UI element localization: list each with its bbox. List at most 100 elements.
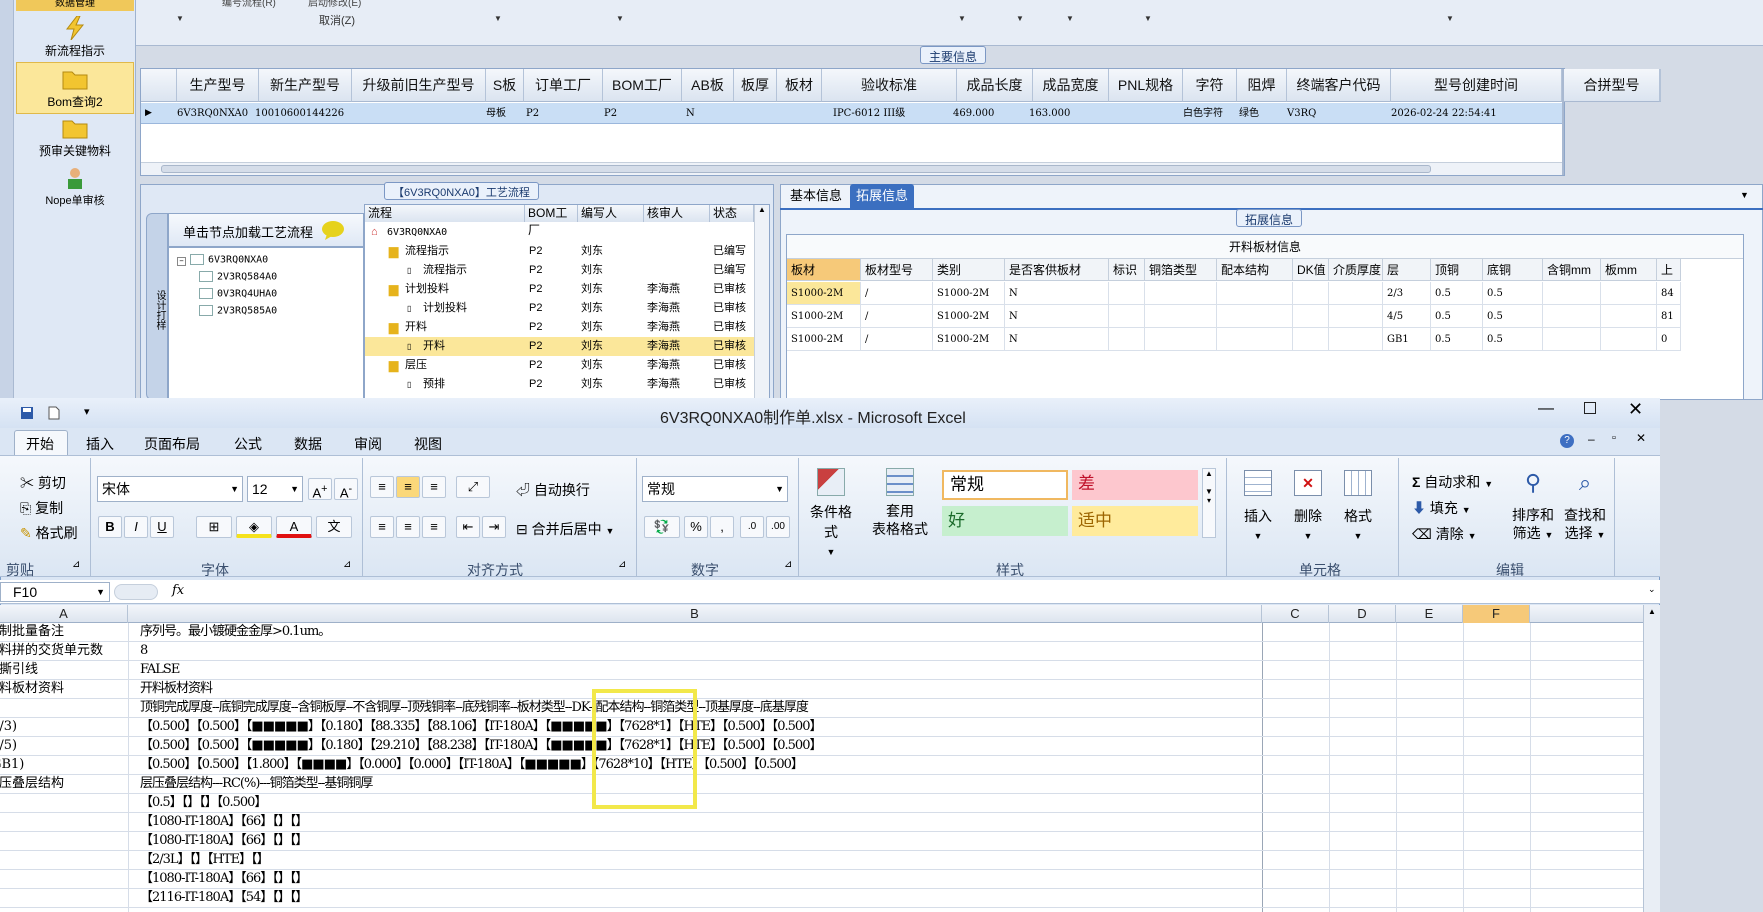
new-document-icon[interactable]	[48, 406, 60, 420]
column-header[interactable]: 阻焊	[1237, 69, 1287, 102]
phonetic-icon[interactable]: 文	[316, 516, 352, 538]
grid-cell[interactable]: N	[1005, 328, 1109, 351]
grid-cell[interactable]: 84	[1657, 282, 1681, 305]
grid-cell[interactable]	[1293, 282, 1329, 305]
grid-cell[interactable]: /	[861, 328, 933, 351]
cell-b[interactable]: 【0.5】【】【】【0.500】	[140, 794, 267, 812]
ribbon-close-icon[interactable]: ✕	[1636, 431, 1646, 445]
style-good[interactable]: 好	[942, 506, 1068, 536]
cell-b[interactable]: 【1080-IT-180A】【66】【】【】	[140, 832, 308, 850]
flow-row[interactable]: ▯ 流程指示 P2 刘东 已编写	[365, 261, 769, 280]
insert-cells-button[interactable]: 插入 ▼	[1236, 470, 1280, 542]
bold-icon[interactable]: B	[98, 516, 122, 538]
cell-a[interactable]: 2	[0, 813, 126, 831]
chevron-down-icon[interactable]: ▼	[958, 14, 966, 23]
chevron-down-icon[interactable]: ▼	[1016, 14, 1024, 23]
sheet-row[interactable]: 层顶铜完成厚度--底铜完成厚度--含铜板厚--不含铜厚--顶残铜率--底残铜率-…	[0, 699, 1650, 718]
grid-cell[interactable]: GB1	[1383, 328, 1431, 351]
flow-row[interactable]: ▯ 预排 P2 刘东 李海燕 已审核	[365, 375, 769, 394]
chevron-down-icon[interactable]: ▼	[1740, 190, 1749, 200]
dialog-launcher-icon[interactable]: ⊿	[618, 559, 626, 570]
column-header[interactable]: 铜箔类型	[1145, 259, 1217, 281]
column-header[interactable]: 流程	[365, 205, 525, 222]
column-header[interactable]: 上	[1657, 259, 1681, 281]
grid-cell[interactable]: 0.5	[1431, 282, 1483, 305]
qat-dropdown-icon[interactable]: ▾	[84, 405, 90, 418]
column-header[interactable]: BOM工厂	[525, 205, 578, 237]
style-neutral[interactable]: 适中	[1072, 506, 1198, 536]
sidebar-group-header[interactable]: 数据管理	[16, 0, 134, 11]
sidebar-item-bom-query[interactable]: Bom查询2	[16, 62, 134, 114]
scrollbar-thumb[interactable]	[161, 165, 1431, 173]
sheet-row[interactable]: 手撕引线 FALSE	[0, 661, 1650, 680]
grid-cell[interactable]	[1145, 328, 1217, 351]
flow-row[interactable]: ⌂ 6V3RQ0NXA0	[365, 223, 769, 242]
sheet-row[interactable]: 6 【2116-IT-180A】【54】【】【】	[0, 889, 1650, 908]
grid-cell[interactable]: 0.5	[1483, 328, 1543, 351]
flow-row[interactable]: ▯ 开料 P2 刘东 李海燕 已审核	[365, 337, 769, 356]
column-header[interactable]: PNL规格	[1109, 69, 1183, 102]
formula-input[interactable]	[190, 582, 1640, 602]
cell-b[interactable]: 8	[140, 642, 148, 660]
column-header-c[interactable]: C	[1262, 605, 1329, 623]
cell-a[interactable]: 6	[0, 889, 126, 907]
cell-a[interactable]: 大料拼的交货单元数	[0, 642, 126, 660]
fill-button[interactable]: ⬇ 填充 ▼	[1412, 498, 1471, 518]
grid-cell[interactable]	[1329, 305, 1383, 328]
column-header[interactable]: AB板	[682, 69, 734, 102]
column-header[interactable]: 核审人	[644, 205, 710, 222]
percent-icon[interactable]: %	[684, 516, 708, 538]
column-header[interactable]: 底铜	[1483, 259, 1543, 281]
column-header[interactable]: 板mm	[1601, 259, 1657, 281]
toolbar-item[interactable]: 启动修改(E)	[308, 0, 361, 9]
cell-b[interactable]: 【2116-IT-180A】【54】【】【】	[140, 889, 308, 907]
chevron-down-icon[interactable]: ▼	[1066, 14, 1074, 23]
tab-basic-info[interactable]: 基本信息	[784, 184, 848, 208]
sheet-row[interactable]: 大料拼的交货单元数 8	[0, 642, 1650, 661]
grid-cell[interactable]: S1000-2M	[933, 282, 1005, 305]
tab-insert[interactable]: 插入	[86, 434, 114, 454]
grid-cell[interactable]	[1329, 282, 1383, 305]
grid-cell[interactable]	[1145, 305, 1217, 328]
grid-cell[interactable]	[1217, 282, 1293, 305]
fill-color-icon[interactable]: ◈	[236, 516, 272, 538]
copy-button[interactable]: ⎘ 复制	[20, 498, 63, 518]
column-header[interactable]: 成品长度	[957, 69, 1033, 102]
flow-row[interactable]: ▯ 计划投料 P2 刘东 李海燕 已审核	[365, 299, 769, 318]
column-header[interactable]: 层	[1383, 259, 1431, 281]
cell-a[interactable]: 手撕引线	[0, 661, 126, 679]
cell-a[interactable]: 开料板材资料	[0, 680, 126, 698]
grid-cell[interactable]: S1000-2M	[787, 328, 861, 351]
column-header-e[interactable]: E	[1396, 605, 1463, 623]
sheet-row[interactable]: 1 【0.5】【】【】【0.500】	[0, 794, 1650, 813]
grid-cell[interactable]	[1601, 305, 1657, 328]
grid-cell[interactable]	[1293, 305, 1329, 328]
column-header[interactable]: 顶铜	[1431, 259, 1483, 281]
merge-center-button[interactable]: ⊟ 合并后居中 ▼	[516, 519, 614, 539]
grow-font-icon[interactable]: A+	[308, 478, 332, 500]
column-header[interactable]: 板材	[787, 259, 861, 281]
border-icon[interactable]: ⊞	[196, 516, 232, 538]
grid-cell[interactable]: S1000-2M	[787, 282, 861, 305]
scroll-up-icon[interactable]: ▲	[1205, 469, 1213, 478]
italic-icon[interactable]: I	[124, 516, 148, 538]
column-header[interactable]: 配本结构	[1217, 259, 1293, 281]
sidebar-item-new-flow[interactable]: 新流程指示	[16, 12, 134, 64]
tab-page-layout[interactable]: 页面布局	[144, 434, 200, 454]
function-icon[interactable]: fx	[172, 583, 184, 598]
sheet-row[interactable]: 层压叠层结构层压叠层结构---RC(%)---铜箔类型--基铜铜厚	[0, 775, 1650, 794]
grid-cell[interactable]: 0.5	[1483, 305, 1543, 328]
decrease-decimal-icon[interactable]: .00	[766, 516, 790, 538]
grid-cell[interactable]	[1293, 328, 1329, 351]
decrease-indent-icon[interactable]: ⇤	[456, 516, 480, 538]
cell-b[interactable]: 顶铜完成厚度--底铜完成厚度--含铜板厚--不含铜厚--顶残铜率--底残铜率--…	[140, 699, 809, 717]
cell-a[interactable]: (4/5)	[0, 737, 126, 755]
column-header[interactable]: DK值	[1293, 259, 1329, 281]
tab-extension-info[interactable]: 拓展信息	[850, 184, 915, 208]
chevron-down-icon[interactable]: ▼	[494, 14, 502, 23]
column-header[interactable]: 板材	[777, 69, 822, 102]
grid-cell[interactable]: 0.5	[1431, 328, 1483, 351]
cell-b[interactable]: 【0.500】【0.500】【■■■■■】【0.180】【29.210】【88.…	[140, 737, 822, 755]
grid-cell[interactable]	[1601, 328, 1657, 351]
font-size-select[interactable]: 12 ▼	[247, 476, 303, 502]
